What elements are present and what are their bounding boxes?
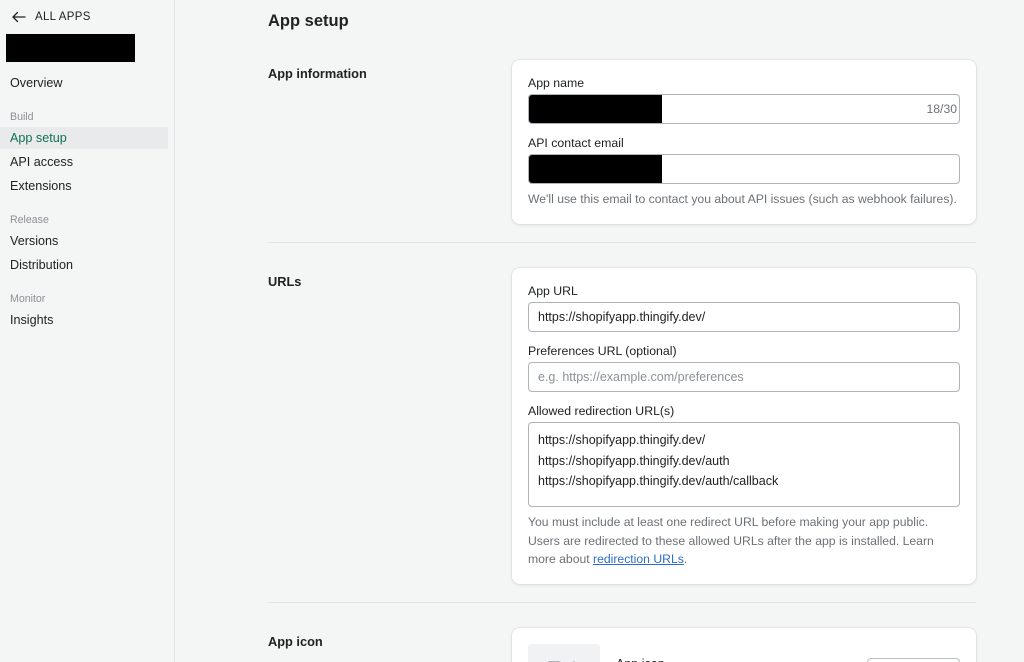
all-apps-back-link[interactable]: ALL APPS (0, 7, 174, 27)
sidebar-item-app-setup[interactable]: App setup (0, 127, 168, 149)
urls-card: App URL https://shopifyapp.thingify.dev/… (512, 268, 976, 585)
field-app-url: App URL https://shopifyapp.thingify.dev/ (528, 284, 960, 333)
section-label-urls: URLs (268, 274, 302, 290)
sidebar-item-extensions[interactable]: Extensions (0, 175, 174, 197)
app-url-input[interactable]: https://shopifyapp.thingify.dev/ (528, 302, 960, 333)
divider-after-urls (268, 602, 976, 604)
app-name-character-counter: 18/30 (926, 102, 958, 116)
sidebar-group-build: Build (10, 111, 34, 123)
api-contact-email-help: We'll use this email to contact you abou… (528, 192, 957, 206)
main-content: App setup App information App name 18/30… (175, 0, 1024, 662)
field-app-name: App name 18/30 (528, 76, 960, 124)
api-contact-email-redacted-value (529, 155, 662, 183)
section-urls: URLs App URL https://shopifyapp.thingify… (175, 268, 1024, 585)
sidebar-item-overview[interactable]: Overview (0, 72, 174, 94)
app-root: ALL APPS Overview Build App setup API ac… (0, 0, 1024, 662)
sidebar: ALL APPS Overview Build App setup API ac… (0, 0, 175, 662)
all-apps-label: ALL APPS (35, 11, 91, 23)
divider-after-app-information (268, 242, 976, 244)
app-icon-thumbnail (528, 644, 600, 662)
app-name-redacted-value (529, 95, 662, 123)
app-icon-meta: App icon Must be a .jpg or .png and exac… (616, 657, 867, 662)
redirection-urls-link[interactable]: redirection URLs (593, 552, 684, 566)
app-icon-card: App icon Must be a .jpg or .png and exac… (512, 628, 976, 662)
allowed-redirection-urls-label: Allowed redirection URL(s) (528, 404, 675, 419)
app-icon-title: App icon (616, 657, 867, 662)
sidebar-group-release: Release (10, 214, 49, 226)
app-name-input[interactable]: 18/30 (528, 94, 960, 124)
arrow-left-icon (12, 11, 26, 23)
section-label-app-icon: App icon (268, 634, 323, 650)
sidebar-item-insights[interactable]: Insights (0, 309, 174, 331)
app-icon-row: App icon Must be a .jpg or .png and exac… (528, 644, 960, 662)
sidebar-item-api-access[interactable]: API access (0, 151, 174, 173)
app-name-label: App name (528, 76, 585, 90)
app-information-card: App name 18/30 API contact email We'll u… (512, 60, 976, 225)
upload-icon-button[interactable]: Upload icon (866, 658, 960, 662)
help-text-before: You must include at least one redirect U… (528, 515, 934, 566)
section-app-icon: App icon App (175, 628, 1024, 662)
preferences-url-input[interactable]: e.g. https://example.com/preferences (528, 362, 960, 393)
api-contact-email-label: API contact email (528, 136, 624, 150)
allowed-redirection-urls-textarea[interactable]: https://shopifyapp.thingify.dev/ https:/… (528, 422, 960, 508)
field-allowed-redirection-urls: Allowed redirection URL(s) https://shopi… (528, 404, 960, 568)
section-label-app-information: App information (268, 66, 367, 81)
help-text-after: . (683, 551, 688, 566)
sidebar-app-name-redacted (6, 34, 135, 62)
section-app-information: App information App name 18/30 API conta… (175, 60, 1024, 225)
field-preferences-url: Preferences URL (optional) e.g. https://… (528, 344, 960, 393)
app-url-value: https://shopifyapp.thingify.dev/ (538, 310, 706, 325)
api-contact-email-input[interactable] (528, 154, 960, 184)
page-title: App setup (268, 12, 349, 30)
preferences-url-label: Preferences URL (optional) (528, 344, 677, 359)
sidebar-nav: Overview Build App setup API access Exte… (0, 72, 174, 331)
field-api-contact-email: API contact email We'll use this email t… (528, 136, 960, 208)
sidebar-item-distribution[interactable]: Distribution (0, 254, 174, 276)
allowed-redirection-urls-help: You must include at least one redirect U… (528, 513, 960, 568)
sidebar-group-monitor: Monitor (10, 293, 46, 305)
app-url-label: App URL (528, 284, 578, 299)
sidebar-item-versions[interactable]: Versions (0, 230, 174, 252)
preferences-url-placeholder: e.g. https://example.com/preferences (538, 370, 744, 385)
